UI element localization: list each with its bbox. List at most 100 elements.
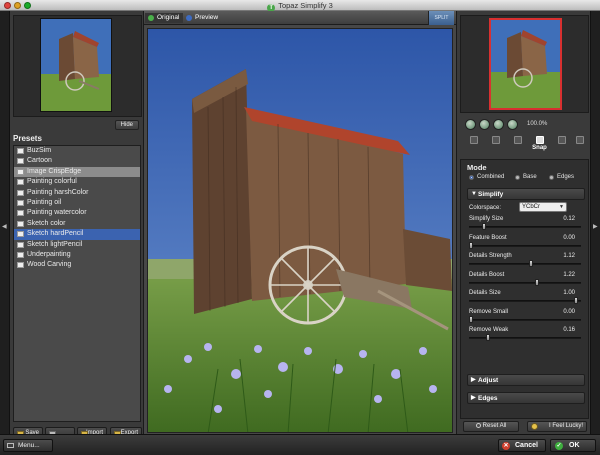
preset-icon [17, 158, 24, 165]
slider-thumb[interactable] [529, 260, 533, 267]
slider-row: Details Size 1.00 [469, 290, 583, 308]
left-panel-collapse-handle[interactable]: ◀ [0, 11, 10, 434]
slider-row: Details Boost 1.22 [469, 272, 583, 290]
preset-label: Painting oil [27, 198, 62, 206]
navigator-box [13, 15, 142, 117]
photo-canvas[interactable] [147, 28, 453, 433]
ok-button[interactable]: ✓ OK [550, 439, 596, 452]
preset-item[interactable]: Wood Carving [14, 260, 140, 270]
slider-thumb[interactable] [535, 278, 539, 286]
slider-track[interactable] [469, 318, 581, 321]
section-adjust[interactable]: ▶ Adjust [467, 374, 585, 386]
preset-label: Underpainting [27, 250, 71, 258]
preset-icon [17, 231, 24, 238]
preset-item[interactable]: BuzSim [14, 146, 140, 156]
slider-thumb[interactable] [469, 315, 473, 323]
mode-edges-radio[interactable]: Edges [549, 174, 574, 180]
zoom-in-icon[interactable] [479, 119, 490, 130]
slider-track[interactable] [469, 263, 581, 265]
slider-label: Feature Boost [469, 234, 507, 241]
mode-options: Combined Base Edges [467, 174, 587, 184]
chevron-down-icon: ▼ [559, 204, 564, 210]
reset-icon [475, 423, 481, 428]
mode-combined-radio[interactable]: Combined [469, 174, 504, 180]
slider-label: Details Boost [469, 271, 505, 278]
slider-value: 1.00 [563, 290, 575, 296]
mode-base-radio[interactable]: Base [515, 174, 537, 180]
slider-track[interactable] [469, 281, 581, 284]
preset-item[interactable]: Painting harshColor [14, 188, 140, 198]
preset-item[interactable]: Underpainting [14, 250, 140, 260]
redo-button[interactable] [486, 135, 505, 153]
slider-value: 1.22 [563, 271, 575, 278]
tool-row: Snap [460, 135, 589, 155]
simplify-controls: Colorspace: YCbCr ▼ Simplify Size 0.12 Feat… [467, 202, 585, 372]
colorspace-select[interactable]: YCbCr ▼ [519, 202, 567, 212]
tab-original[interactable]: Original [145, 13, 184, 23]
preset-item[interactable]: Cartoon [14, 156, 140, 166]
preview-image [491, 20, 560, 108]
photo-image [148, 29, 452, 432]
slider-thumb[interactable] [482, 223, 486, 230]
slider-thumb[interactable] [469, 241, 473, 249]
preset-item[interactable]: Sketch hardPencil [14, 229, 140, 240]
snap-button[interactable]: Snap [530, 135, 549, 153]
section-simplify[interactable]: ▼ Simplify [467, 188, 585, 200]
undo-button[interactable] [464, 135, 483, 153]
preset-item[interactable]: Painting watercolor [14, 208, 140, 218]
zoom-fit-icon[interactable] [493, 119, 504, 130]
slider-row: Feature Boost 0.00 [469, 235, 583, 253]
triangle-right-icon: ▶ [471, 377, 476, 383]
split-view-icon[interactable]: SPLIT [428, 11, 454, 25]
tab-preview[interactable]: Preview [183, 13, 222, 23]
compare-icon [557, 136, 566, 144]
preset-list[interactable]: BuzSim Cartoon Image CrispEdge Painting col… [13, 145, 141, 422]
window-title: Topaz Simplify 3 [278, 1, 333, 10]
slider-thumb[interactable] [574, 297, 578, 304]
zoom-100-icon[interactable] [507, 119, 518, 130]
preset-item[interactable]: Painting oil [14, 198, 140, 208]
history-button[interactable] [508, 135, 527, 153]
cancel-button[interactable]: ✕ Cancel [498, 439, 546, 452]
dice-icon [531, 423, 538, 430]
compare-button[interactable] [552, 135, 571, 153]
preset-icon [17, 168, 24, 175]
preset-item[interactable]: Image CrispEdge [14, 166, 140, 178]
zoom-out-icon[interactable] [465, 119, 476, 130]
reset-all-button[interactable]: Reset All [463, 421, 519, 432]
slider-track[interactable] [469, 300, 581, 302]
preset-icon [17, 199, 24, 206]
triangle-right-icon: ▶ [471, 395, 476, 401]
preset-label: Painting watercolor [27, 209, 87, 217]
slider-label: Simplify Size [469, 216, 504, 222]
slider-track[interactable] [469, 244, 581, 247]
navigator-thumbnail[interactable] [40, 18, 112, 112]
slider-value: 0.12 [563, 216, 575, 222]
section-edges[interactable]: ▶ Edges [467, 392, 585, 404]
slider-label: Remove Small [469, 308, 509, 315]
right-panel: 100.0% Snap Mode Combined Base Edges ▼ Si… [456, 11, 590, 434]
preset-label: Painting colorful [27, 178, 77, 186]
preview-thumbnail[interactable] [489, 18, 562, 110]
preset-label: BuzSim [27, 147, 52, 154]
preset-item[interactable]: Sketch lightPencil [14, 240, 140, 250]
info-button[interactable] [570, 135, 589, 153]
settings-panel: Mode Combined Base Edges ▼ Simplify Color… [460, 159, 589, 419]
slider-row: Simplify Size 0.12 [469, 216, 583, 234]
preset-icon [17, 220, 24, 227]
title-bar: T Topaz Simplify 3 [0, 0, 600, 12]
feel-lucky-button[interactable]: I Feel Lucky! [527, 421, 587, 432]
slider-row: Remove Small 0.00 [469, 309, 583, 327]
menu-button[interactable]: Menu... [3, 439, 53, 452]
slider-thumb[interactable] [486, 334, 490, 341]
hide-navigator-button[interactable]: Hide [114, 120, 139, 130]
right-panel-collapse-handle[interactable]: ▶ [590, 11, 600, 434]
slider-row: Details Strength 1.12 [469, 253, 583, 271]
preset-item[interactable]: Sketch color [14, 219, 140, 229]
preset-icon [17, 262, 24, 269]
preset-item[interactable]: Painting colorful [14, 177, 140, 187]
radio-icon [515, 175, 520, 180]
triangle-down-icon: ▼ [471, 191, 477, 197]
slider-value: 0.16 [563, 327, 575, 333]
close-icon: ✕ [502, 442, 510, 450]
